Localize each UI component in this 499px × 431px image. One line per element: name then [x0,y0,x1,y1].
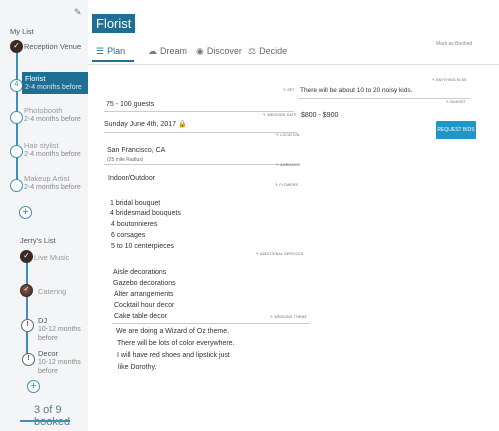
ambiance-value: Indoor/Outdoor [108,175,156,182]
anything-else-edit-tag[interactable]: ✎ ANYTHING ELSE [432,78,467,82]
row-divider [298,98,470,99]
my-list-title: My List [10,27,34,36]
sidebar-item-photobooth[interactable]: Photobooth 2-4 months before [24,106,81,124]
date-edit-tag[interactable]: ✎ WEDDING DATE [263,113,297,117]
circle-icon[interactable] [10,111,23,124]
row-divider [112,323,310,324]
scale-icon: ⚖ [248,46,257,56]
sidebar: My List ✎ ✓ Reception Venue 4 Florist 2-… [0,0,88,431]
service-item: Aisle decorations [113,269,167,276]
sidebar-item-dj[interactable]: DJ 10-12 months before [38,316,88,343]
budget-edit-tag[interactable]: ✎ BUDGET [446,100,466,104]
theme-edit-tag[interactable]: ✎ WEDDING THEME [270,315,307,319]
theme-line: There will be lots of color everywhere. [117,340,235,347]
row-divider [104,111,294,112]
eye-icon: ◉ [196,46,204,56]
theme-line: I will have red shoes and lipstick just [117,352,230,359]
active-tab-indicator [92,60,134,62]
guests-edit-tag[interactable]: ✎ SET [283,88,295,92]
check-icon[interactable]: ✓ [10,40,23,53]
tab-decide[interactable]: ⚖ Decide [248,46,287,57]
booked-summary: 3 of 9 booked [34,404,71,428]
mark-booked-link[interactable]: Mark as Booked [436,41,472,47]
header-divider [88,64,499,65]
booked-progress-bar [20,420,70,422]
add-vendor-icon[interactable]: + [19,206,32,219]
flowers-edit-tag[interactable]: ✎ FLOWERS [275,183,298,187]
wedding-date: Sunday June 4th, 2017 🔒 [104,121,187,128]
budget-value: $800 - $900 [301,112,339,119]
services-edit-tag[interactable]: ✎ ADDITIONAL SERVICES [256,252,303,256]
sidebar-item-florist[interactable]: Florist 2-4 months before [22,72,88,94]
service-item: Gazebo decorations [113,280,176,287]
cloud-icon: ☁ [148,46,157,56]
ambiance-edit-tag[interactable]: ✎ AMBIANCE [276,163,300,167]
request-bids-button[interactable]: REQUEST BIDS [436,121,476,139]
flower-item: 4 bridesmaid bouquets [110,210,181,217]
sidebar-item-catering[interactable]: Catering [38,287,66,296]
add-vendor-icon[interactable]: + [27,380,40,393]
location-edit-tag[interactable]: ✎ LOCATION [276,133,300,137]
sidebar-item-live-music[interactable]: Live Music [34,253,69,262]
sidebar-item-reception-venue[interactable]: Reception Venue [24,42,81,51]
page-title: Florist [92,14,136,33]
row-divider [104,132,297,133]
circle-icon[interactable] [10,145,23,158]
theme-line: like Dorothy. [118,364,157,371]
check-icon[interactable]: ✓ [20,284,33,297]
flower-item: 1 bridal bouquet [110,200,161,207]
sidebar-item-hair-stylist[interactable]: Hair stylist 2-4 months before [24,141,81,159]
flower-item: 6 corsages [111,232,146,239]
flower-item: 4 boutonnieres [111,221,158,228]
service-item: Cocktail hour decor [114,302,175,309]
circle-icon[interactable] [10,179,23,192]
guest-count: 75 - 100 guests [106,101,155,108]
lock-icon: 🔒 [177,121,187,128]
edit-icon[interactable]: ✎ [74,7,82,18]
anything-else-value: There will be about 10 to 20 noisy kids. [300,87,413,94]
timeline-rail [26,260,28,364]
theme-line: We are doing a Wizard of Oz theme. [116,328,230,335]
sidebar-item-makeup-artist[interactable]: Makeup Artist 2-4 months before [24,174,81,192]
alert-icon[interactable]: ! [22,353,35,366]
tab-discover[interactable]: ◉ Discover [196,46,242,57]
tab-plan[interactable]: ☰ Plan [96,46,125,57]
service-item: Cake table decor [114,313,167,320]
check-icon[interactable]: ✓ [20,250,33,263]
alert-icon[interactable]: ! [21,319,34,332]
row-divider [104,164,300,165]
service-item: Alter arrangements [114,291,174,298]
location-value: San Francisco, CA [107,147,166,154]
tab-dream[interactable]: ☁ Dream [148,46,187,57]
flower-item: 5 to 10 centerpieces [111,243,175,250]
list-icon: ☰ [96,46,105,56]
partner-list-title: Jerry's List [20,236,56,245]
sidebar-item-decor[interactable]: Decor 10-12 months before [38,349,88,376]
